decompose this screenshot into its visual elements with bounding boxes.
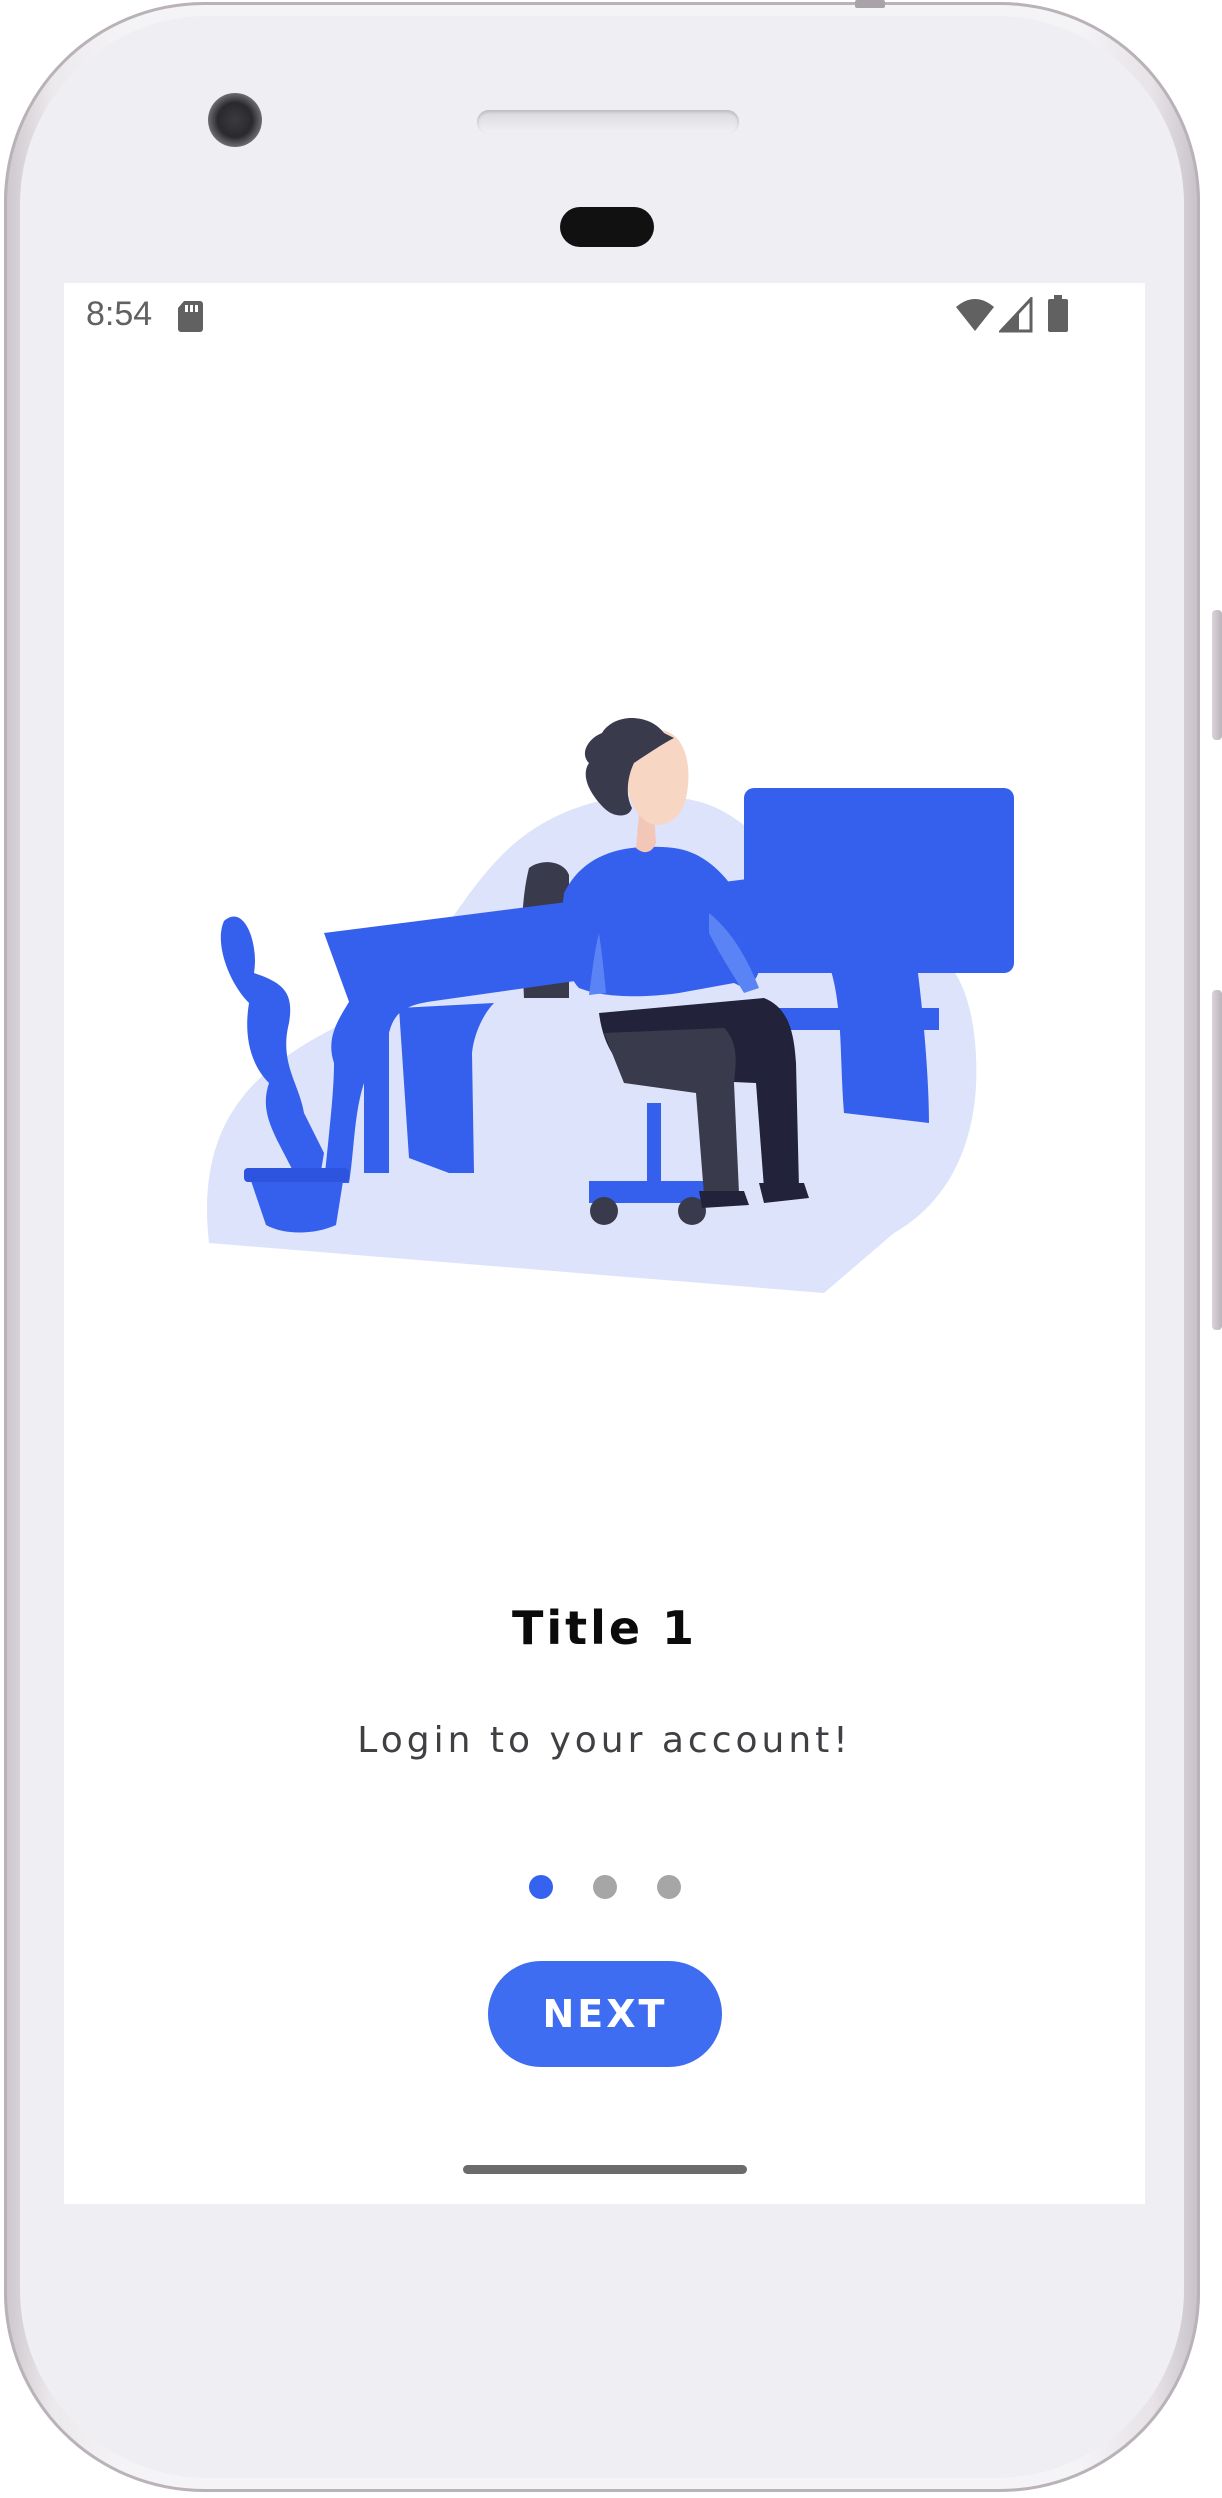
front-camera: [208, 93, 262, 147]
status-time: 8:54: [86, 295, 153, 333]
wifi-icon: [956, 299, 994, 331]
app-screen: 8:54 Title 1 Login to your account! NEXT: [64, 283, 1145, 2204]
page-indicator: [64, 1875, 1145, 1899]
power-button: [1212, 990, 1222, 1330]
status-bar: 8:54: [64, 283, 1145, 347]
home-indicator[interactable]: [463, 2165, 747, 2174]
sd-card-icon: [178, 301, 203, 332]
phone-device-frame: 8:54 Title 1 Login to your account! NEXT: [0, 0, 1222, 2498]
next-button[interactable]: NEXT: [488, 1961, 722, 2067]
person-at-desk-illustration: [206, 718, 1014, 1293]
page-dot-1[interactable]: [528, 1875, 553, 1899]
battery-icon: [1048, 295, 1068, 332]
volume-button: [1212, 610, 1222, 740]
cell-signal-icon: [999, 297, 1033, 333]
earpiece-speaker: [477, 110, 739, 134]
page-dot-2[interactable]: [592, 1875, 617, 1899]
onboarding-title: Title 1: [511, 1601, 698, 1655]
top-button: [855, 0, 885, 8]
page-dot-3[interactable]: [656, 1875, 681, 1899]
onboarding-subtitle: Login to your account!: [357, 1720, 852, 1761]
proximity-sensor: [560, 207, 654, 247]
